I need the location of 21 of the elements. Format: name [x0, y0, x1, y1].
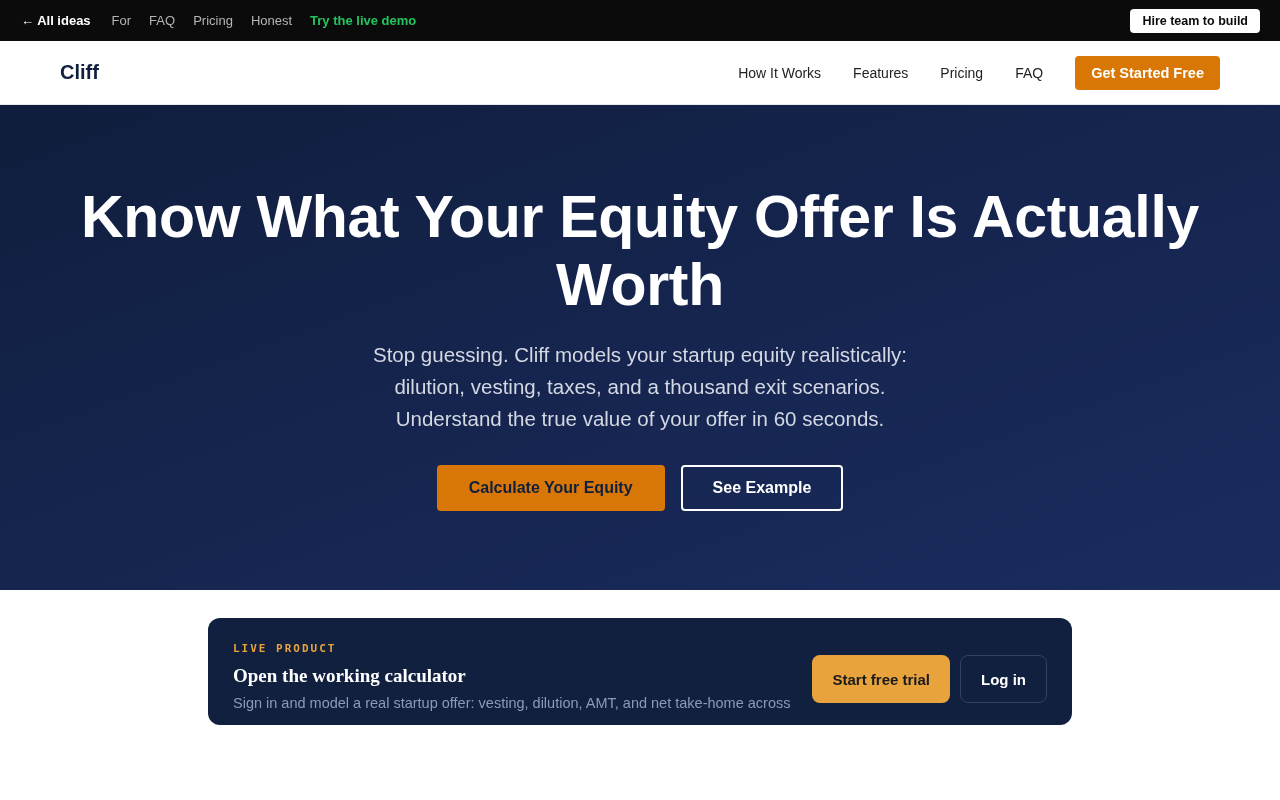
top-bar-link[interactable]: For — [111, 13, 132, 28]
top-bar-link[interactable]: FAQ — [149, 13, 176, 28]
card-description: Sign in and model a real startup offer: vesting, dilution, AMT, and net take-home across — [233, 695, 791, 711]
top-bar-link[interactable]: Honest — [250, 13, 293, 28]
all-ideas-link[interactable]: ← All ideas — [21, 13, 91, 28]
card-eyebrow: LIVE PRODUCT — [233, 642, 338, 655]
trial-button[interactable]: Start free trial — [812, 655, 950, 703]
brand-logo[interactable]: Cliff — [60, 61, 99, 84]
nav-link[interactable]: FAQ — [1015, 64, 1044, 81]
example-button[interactable]: See Example — [680, 465, 844, 511]
hire-team-button[interactable]: Hire team to build — [1130, 8, 1260, 33]
top-bar-link[interactable]: Pricing — [193, 13, 233, 28]
card-title: Open the working calculator — [233, 665, 467, 687]
calculate-button[interactable]: Calculate Your Equity — [436, 465, 665, 511]
hero-title: Know What Your Equity Offer Is Actually Worth — [79, 183, 1201, 319]
hero-subtitle: Stop guessing. Cliff models your startup equity realistically: dilution, vesting, taxes, and a thousand exit scenarios. Understand the true value of your offer in 60 seconds. — [372, 342, 908, 432]
nav-link[interactable]: How It Works — [738, 64, 822, 81]
login-button[interactable]: Log in — [960, 655, 1047, 703]
top-bar-link[interactable]: Try the live demo — [310, 13, 417, 28]
nav-link[interactable]: Pricing — [940, 64, 984, 81]
nav-link[interactable]: Features — [853, 64, 909, 81]
